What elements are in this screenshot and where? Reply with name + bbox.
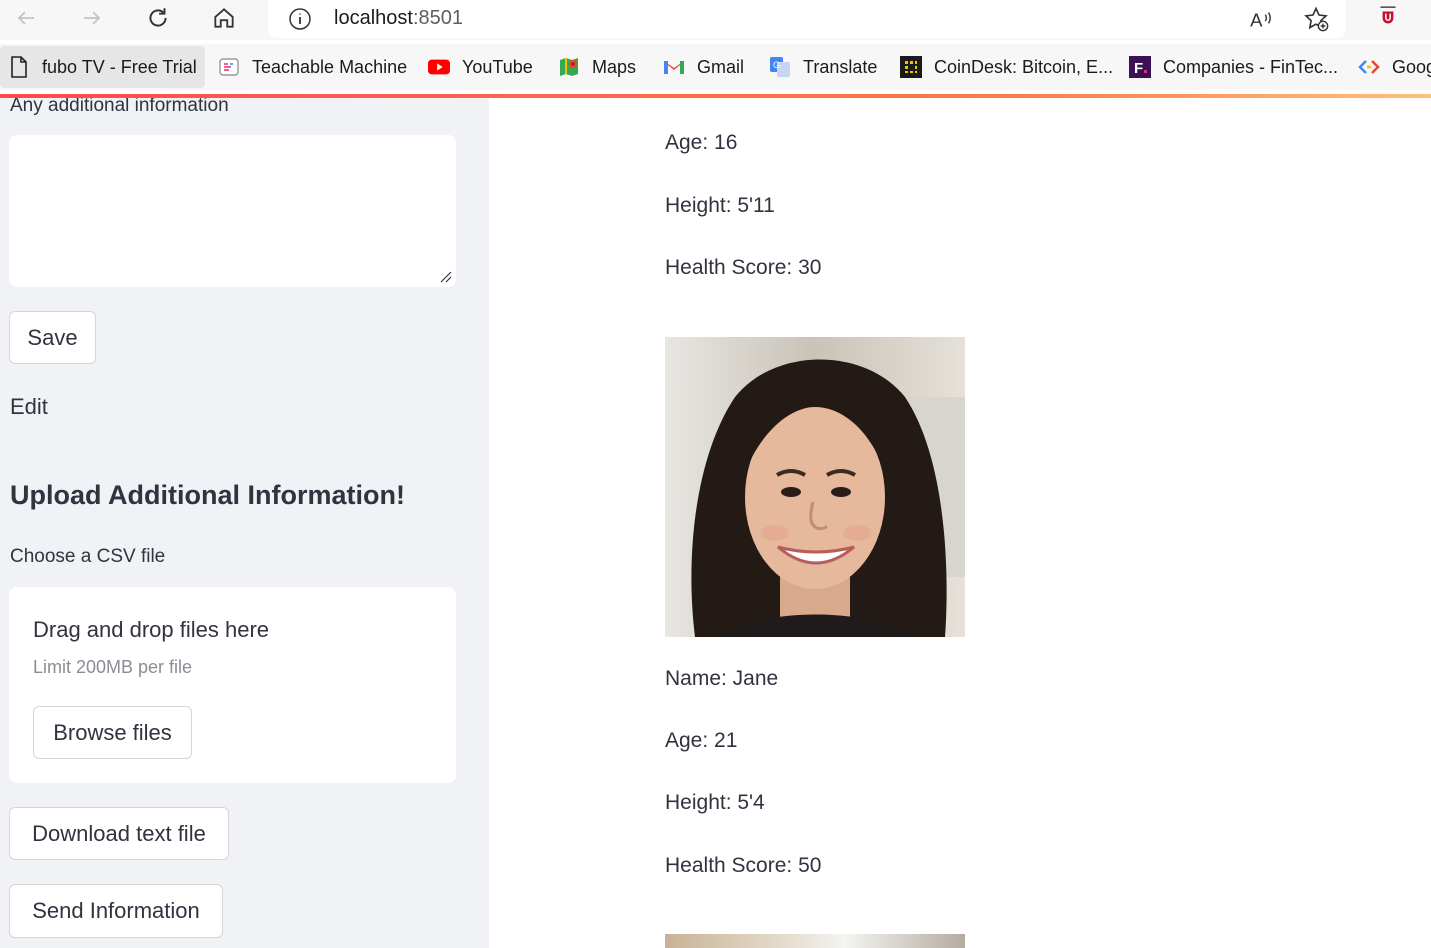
bookmark-google[interactable]: Goog xyxy=(1358,46,1431,88)
teachable-icon xyxy=(218,56,240,78)
translate-icon: G xyxy=(769,56,791,78)
bookmark-fubo[interactable]: fubo TV - Free Trial xyxy=(0,46,205,88)
portrait-image xyxy=(665,337,965,637)
person1-health-score: Health Score: 30 xyxy=(665,256,822,279)
extension-button[interactable] xyxy=(1372,4,1404,32)
favorite-star-icon[interactable] xyxy=(1302,5,1330,33)
next-person-photo xyxy=(665,934,965,948)
bookmark-companies-fintech[interactable]: F Companies - FinTec... xyxy=(1129,46,1338,88)
bookmark-label: Goog xyxy=(1392,56,1431,77)
browser-toolbar: localhost:8501 A xyxy=(0,0,1431,40)
bookmark-label: Teachable Machine xyxy=(252,56,408,77)
google-icon xyxy=(1358,56,1380,78)
bookmark-label: fubo TV - Free Trial xyxy=(42,56,197,77)
upload-heading: Upload Additional Information! xyxy=(10,480,405,510)
person2-height: Height: 5'4 xyxy=(665,791,765,814)
refresh-button[interactable] xyxy=(142,4,174,32)
bookmark-translate[interactable]: G Translate xyxy=(769,46,877,88)
save-button[interactable]: Save xyxy=(9,311,96,364)
additional-info-label: Any additional information xyxy=(10,98,229,116)
person-photo xyxy=(665,337,965,637)
refresh-icon xyxy=(149,8,167,27)
bookmark-label: YouTube xyxy=(462,56,533,77)
url-text: localhost:8501 xyxy=(334,7,463,30)
bookmark-label: Translate xyxy=(803,56,878,77)
dropzone-limit: Limit 200MB per file xyxy=(33,657,193,677)
additional-info-textarea[interactable] xyxy=(9,135,456,287)
bookmark-maps[interactable]: Maps xyxy=(558,46,636,88)
bookmark-youtube[interactable]: YouTube xyxy=(428,46,533,88)
fintech-icon: F xyxy=(1129,56,1151,78)
home-button[interactable] xyxy=(208,4,240,32)
csv-file-label: Choose a CSV file xyxy=(10,546,166,567)
forward-arrow-icon xyxy=(84,11,101,25)
edit-text: Edit xyxy=(10,394,48,419)
resize-grip-icon[interactable] xyxy=(438,269,452,283)
dropzone-title: Drag and drop files here xyxy=(33,617,270,642)
maps-icon xyxy=(558,56,580,78)
bookmark-gmail[interactable]: Gmail xyxy=(663,46,744,88)
bookmark-label: Maps xyxy=(592,56,637,77)
url-port: :8501 xyxy=(412,7,463,29)
read-aloud-icon[interactable]: A xyxy=(1248,6,1274,32)
person1-height: Height: 5'11 xyxy=(665,194,775,217)
bookmark-label: CoinDesk: Bitcoin, E... xyxy=(934,56,1114,77)
back-arrow-icon xyxy=(17,11,34,25)
bookmark-teachable-machine[interactable]: Teachable Machine xyxy=(218,46,407,88)
extension-shield-icon xyxy=(1380,6,1396,24)
download-text-file-button[interactable]: Download text file xyxy=(9,807,229,860)
forward-button[interactable] xyxy=(76,4,108,32)
person1-age: Age: 16 xyxy=(665,131,738,154)
home-icon xyxy=(214,8,234,28)
svg-text:G: G xyxy=(773,60,780,70)
address-bar[interactable]: localhost:8501 A xyxy=(268,0,1346,38)
send-information-button[interactable]: Send Information xyxy=(9,884,223,938)
svg-text:A: A xyxy=(1250,10,1263,31)
url-host: localhost xyxy=(334,7,413,29)
gmail-icon xyxy=(663,56,685,78)
svg-text:F: F xyxy=(1134,60,1143,77)
back-button[interactable] xyxy=(10,4,42,32)
bookmark-coindesk[interactable]: CoinDesk: Bitcoin, E... xyxy=(900,46,1113,88)
browse-files-button[interactable]: Browse files xyxy=(33,706,192,759)
sidebar: Any additional information Save Edit Upl… xyxy=(0,98,489,948)
main-content: Age: 16 Height: 5'11 Health Score: 30 Na… xyxy=(489,98,1431,948)
bookmarks-bar: fubo TV - Free Trial Teachable Machine Y… xyxy=(0,44,1431,90)
person2-age: Age: 21 xyxy=(665,729,738,752)
bookmark-label: Companies - FinTec... xyxy=(1163,56,1339,77)
info-icon[interactable] xyxy=(288,7,312,31)
person2-health-score: Health Score: 50 xyxy=(665,854,822,877)
bookmark-label: Gmail xyxy=(697,56,745,77)
coindesk-icon xyxy=(900,56,922,78)
file-dropzone[interactable]: Drag and drop files here Limit 200MB per… xyxy=(9,587,456,783)
youtube-icon xyxy=(428,56,450,78)
person2-name: Name: Jane xyxy=(665,667,779,690)
page-icon xyxy=(8,56,30,78)
